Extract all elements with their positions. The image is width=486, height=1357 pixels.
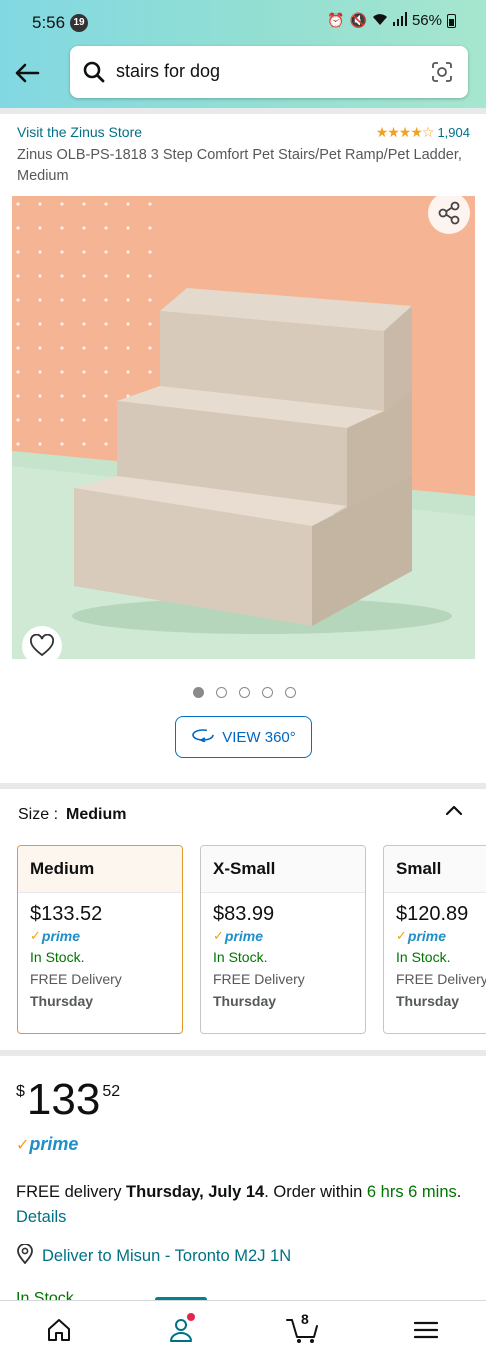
rotate-360-icon xyxy=(191,728,215,746)
deliver-to-label: Deliver to Misun - Toronto M2J 1N xyxy=(42,1247,292,1265)
size-option-name: Small xyxy=(384,846,486,893)
prime-badge: ✓prime xyxy=(396,928,447,944)
order-countdown: 6 hrs 6 mins xyxy=(366,1183,457,1201)
signal-icon xyxy=(392,12,407,29)
search-icon xyxy=(82,60,106,89)
notification-dot xyxy=(187,1313,195,1321)
menu-icon[interactable] xyxy=(408,1315,444,1345)
section-divider xyxy=(0,783,486,789)
search-query: stairs for dog xyxy=(116,61,221,81)
bottom-nav: 8 xyxy=(0,1300,486,1357)
status-icons: ⏰ 🔇 56% xyxy=(327,12,456,29)
prime-check-icon: ✓ xyxy=(16,1137,30,1154)
delivery-label: FREE Delivery xyxy=(30,971,122,987)
size-option-price: $133.52 xyxy=(30,903,103,925)
product-price: $ 133 52 xyxy=(16,1075,121,1124)
alarm-icon: ⏰ xyxy=(327,12,345,28)
location-pin-icon xyxy=(16,1243,34,1269)
stock-status: In Stock. xyxy=(16,1290,79,1300)
delivery-day: Thursday xyxy=(213,993,277,1009)
notification-count-badge: 19 xyxy=(70,14,88,32)
account-icon[interactable] xyxy=(163,1313,199,1345)
image-dot[interactable] xyxy=(262,687,273,698)
size-option-small[interactable]: Small $120.89 ✓ prime In Stock. FREE Deli… xyxy=(383,845,486,1034)
product-image[interactable] xyxy=(12,196,475,659)
chevron-up-icon[interactable] xyxy=(443,800,465,822)
prime-badge: ✓prime xyxy=(213,928,264,944)
app-header: 5:56 19 ⏰ 🔇 56% stairs for dog xyxy=(0,0,486,108)
prime-check-icon: ✓ xyxy=(213,928,224,943)
status-bar: 5:56 19 ⏰ 🔇 56% xyxy=(0,0,486,44)
delivery-details-link[interactable]: Details xyxy=(16,1208,66,1226)
cart-count: 8 xyxy=(301,1311,309,1327)
store-link[interactable]: Visit the Zinus Store xyxy=(17,124,142,140)
star-rating-icon: ★★★★☆ xyxy=(375,124,435,140)
deliver-to-location[interactable]: Deliver to Misun - Toronto M2J 1N xyxy=(16,1243,292,1269)
prime-badge: ✓prime xyxy=(30,928,81,944)
camera-search-icon[interactable] xyxy=(430,60,454,89)
delivery-label: FREE Delivery xyxy=(213,971,305,987)
section-divider xyxy=(0,1050,486,1056)
stock-status: In Stock. xyxy=(396,949,451,965)
size-option-name: Medium xyxy=(18,846,182,893)
wishlist-heart-icon[interactable] xyxy=(22,626,62,666)
prime-badge: ✓prime xyxy=(16,1134,79,1154)
delivery-label: FREE Delivery xyxy=(396,971,486,987)
rating-count: 1,904 xyxy=(437,125,470,140)
battery-icon xyxy=(447,13,456,28)
size-option-price: $83.99 xyxy=(213,903,275,925)
prime-check-icon: ✓ xyxy=(30,928,41,943)
stock-status: In Stock. xyxy=(213,949,268,965)
delivery-date: Thursday, July 14 xyxy=(126,1183,265,1201)
selected-size: Medium xyxy=(66,806,127,823)
stock-status: In Stock. xyxy=(30,949,85,965)
battery-percent: 56% xyxy=(411,12,442,29)
view-360-label: VIEW 360° xyxy=(222,728,296,746)
view-360-button[interactable]: VIEW 360° xyxy=(175,716,312,758)
size-selector-label: Size : Medium xyxy=(18,806,127,823)
wifi-icon xyxy=(372,12,388,29)
size-option-x-small[interactable]: X-Small $83.99 ✓ prime In Stock. FREE Del… xyxy=(200,845,366,1034)
back-arrow-icon[interactable] xyxy=(10,56,44,90)
size-option-medium[interactable]: Medium $133.52 ✓ prime In Stock. FREE Del… xyxy=(17,845,183,1034)
status-time: 5:56 xyxy=(32,13,66,32)
prime-check-icon: ✓ xyxy=(396,928,407,943)
product-title: Zinus OLB-PS-1818 3 Step Comfort Pet Sta… xyxy=(17,147,462,184)
header-divider xyxy=(0,108,486,114)
image-dot[interactable] xyxy=(239,687,250,698)
image-dot[interactable] xyxy=(285,687,296,698)
size-option-price: $120.89 xyxy=(396,903,469,925)
delivery-info: FREE delivery Thursday, July 14. Order w… xyxy=(16,1183,462,1226)
mute-icon: 🔇 xyxy=(349,12,367,28)
delivery-day: Thursday xyxy=(30,993,94,1009)
home-icon[interactable] xyxy=(41,1315,77,1345)
share-icon[interactable] xyxy=(428,192,470,234)
search-input[interactable]: stairs for dog xyxy=(70,46,468,98)
cart-icon[interactable]: 8 xyxy=(285,1311,321,1345)
size-option-name: X-Small xyxy=(201,846,365,893)
image-dot[interactable] xyxy=(193,687,204,698)
rating[interactable]: ★★★★☆ 1,904 xyxy=(376,124,470,141)
delivery-day: Thursday xyxy=(396,993,460,1009)
image-dot[interactable] xyxy=(216,687,227,698)
image-pagination xyxy=(193,687,296,698)
